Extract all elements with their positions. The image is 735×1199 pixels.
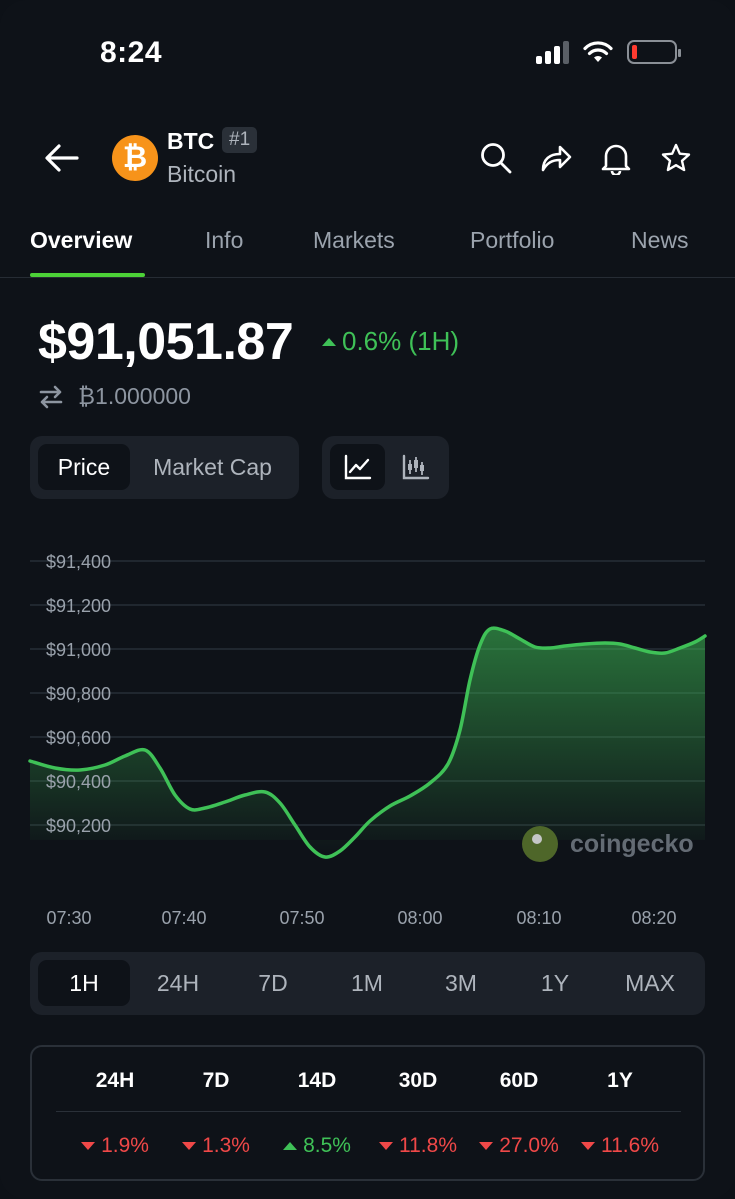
y-tick-label: $91,400 bbox=[46, 552, 111, 572]
caret-up-icon bbox=[322, 337, 336, 346]
performance-value: 27.0% bbox=[469, 1134, 569, 1158]
coin-name: Bitcoin bbox=[167, 161, 237, 187]
tab-markets[interactable]: Markets bbox=[313, 227, 395, 254]
chart-type-toggle bbox=[322, 436, 449, 499]
coin-symbol: BTC bbox=[167, 128, 215, 154]
back-arrow-icon bbox=[45, 144, 79, 172]
timeframe-1y[interactable]: 1Y bbox=[509, 960, 601, 1006]
performance-value: 11.8% bbox=[368, 1134, 468, 1158]
caret-down-icon bbox=[182, 1142, 197, 1150]
status-time: 8:24 bbox=[100, 36, 163, 69]
x-tick-label: 08:20 bbox=[631, 908, 676, 928]
performance-value-text: 1.3% bbox=[202, 1134, 250, 1157]
performance-value-text: 8.5% bbox=[303, 1134, 351, 1157]
performance-value: 8.5% bbox=[267, 1134, 367, 1158]
y-tick-label: $90,400 bbox=[46, 772, 111, 792]
rank-badge: #1 bbox=[222, 127, 258, 153]
metric-price-option[interactable]: Price bbox=[38, 444, 130, 490]
price-change-text: 0.6% (1H) bbox=[342, 326, 460, 356]
star-icon bbox=[661, 143, 691, 172]
performance-value-text: 11.8% bbox=[399, 1134, 457, 1157]
wifi-icon bbox=[583, 41, 613, 62]
tab-overview[interactable]: Overview bbox=[30, 227, 132, 254]
btc-value: ₿1.000000 bbox=[78, 383, 191, 409]
performance-value-text: 11.6% bbox=[601, 1134, 659, 1157]
tab-portfolio[interactable]: Portfolio bbox=[470, 227, 554, 254]
metric-toggle: Price Market Cap bbox=[30, 436, 299, 499]
performance-value: 1.9% bbox=[65, 1134, 165, 1158]
divider bbox=[56, 1111, 681, 1112]
cellular-signal-icon bbox=[536, 40, 569, 64]
y-tick-label: $90,800 bbox=[46, 684, 111, 704]
caret-up-icon bbox=[283, 1142, 298, 1150]
period-header: 1Y bbox=[607, 1069, 633, 1092]
metric-market-cap-option[interactable]: Market Cap bbox=[134, 444, 291, 490]
x-tick-label: 07:30 bbox=[46, 908, 91, 928]
search-button[interactable] bbox=[476, 138, 516, 178]
x-tick-label: 07:40 bbox=[161, 908, 206, 928]
app-screen: 8:24 ₿ BTC #1 Bitcoin Overview Info Mark… bbox=[0, 0, 735, 1199]
timeframe-24h[interactable]: 24H bbox=[132, 960, 224, 1006]
status-icons bbox=[536, 40, 681, 64]
timeframe-7d[interactable]: 7D bbox=[227, 960, 319, 1006]
x-tick-label: 08:00 bbox=[397, 908, 442, 928]
x-tick-label: 08:10 bbox=[516, 908, 561, 928]
bitcoin-logo-icon: ₿ bbox=[112, 135, 158, 181]
coingecko-watermark: coingecko bbox=[522, 826, 694, 862]
period-header: 30D bbox=[398, 1069, 438, 1092]
timeframe-selector: 1H 24H 7D 1M 3M 1Y MAX bbox=[30, 952, 705, 1015]
candlestick-chart-option[interactable] bbox=[388, 444, 443, 490]
active-tab-indicator bbox=[30, 273, 145, 277]
period-header: 7D bbox=[202, 1069, 230, 1092]
coingecko-logo-icon bbox=[522, 826, 558, 862]
tab-news[interactable]: News bbox=[631, 227, 689, 254]
y-tick-label: $90,200 bbox=[46, 816, 111, 836]
current-price: $91,051.87 bbox=[38, 313, 294, 371]
y-tick-label: $91,200 bbox=[46, 596, 111, 616]
timeframe-1m[interactable]: 1M bbox=[321, 960, 413, 1006]
back-button[interactable] bbox=[42, 138, 82, 178]
alert-button[interactable] bbox=[596, 138, 636, 178]
line-chart-option[interactable] bbox=[330, 444, 385, 490]
y-tick-label: $90,600 bbox=[46, 728, 111, 748]
btc-conversion: ₿1.000000 bbox=[38, 383, 191, 410]
share-button[interactable] bbox=[536, 138, 576, 178]
x-tick-label: 07:50 bbox=[279, 908, 324, 928]
search-icon bbox=[481, 143, 512, 174]
period-header: 14D bbox=[297, 1069, 337, 1092]
price-chart[interactable]: $91,400 $91,200 $91,000 $90,800 $90,600 $90,4… bbox=[0, 540, 735, 940]
price-change: 0.6% (1H) bbox=[322, 326, 459, 357]
tab-info[interactable]: Info bbox=[205, 227, 243, 254]
timeframe-max[interactable]: MAX bbox=[604, 960, 696, 1006]
timeframe-3m[interactable]: 3M bbox=[415, 960, 507, 1006]
period-header: 24H bbox=[95, 1069, 135, 1092]
tab-bar: Overview Info Markets Portfolio News bbox=[0, 215, 735, 278]
timeframe-1h[interactable]: 1H bbox=[38, 960, 130, 1006]
battery-icon bbox=[627, 40, 681, 64]
caret-down-icon bbox=[379, 1142, 393, 1150]
performance-value: 11.6% bbox=[570, 1134, 670, 1158]
performance-value: 1.3% bbox=[166, 1134, 266, 1158]
period-header: 60D bbox=[499, 1069, 539, 1092]
caret-down-icon bbox=[581, 1142, 595, 1150]
candlestick-icon bbox=[402, 454, 429, 480]
favorite-button[interactable] bbox=[656, 138, 696, 178]
performance-value-text: 27.0% bbox=[499, 1134, 559, 1157]
swap-arrows-icon bbox=[39, 385, 63, 408]
watermark-text: coingecko bbox=[570, 829, 694, 858]
share-icon bbox=[541, 145, 572, 172]
line-chart-icon bbox=[344, 454, 371, 480]
price-chart-svg: $91,400 $91,200 $91,000 $90,800 $90,600 $90,4… bbox=[28, 552, 707, 928]
caret-down-icon bbox=[479, 1142, 494, 1150]
performance-value-text: 1.9% bbox=[101, 1134, 149, 1157]
y-tick-label: $91,000 bbox=[46, 640, 111, 660]
caret-down-icon bbox=[81, 1142, 96, 1150]
bell-icon bbox=[601, 144, 631, 175]
performance-table: 24H 7D 14D 30D 60D 1Y 1.9% 1.3% 8.5% 11.… bbox=[30, 1045, 705, 1181]
